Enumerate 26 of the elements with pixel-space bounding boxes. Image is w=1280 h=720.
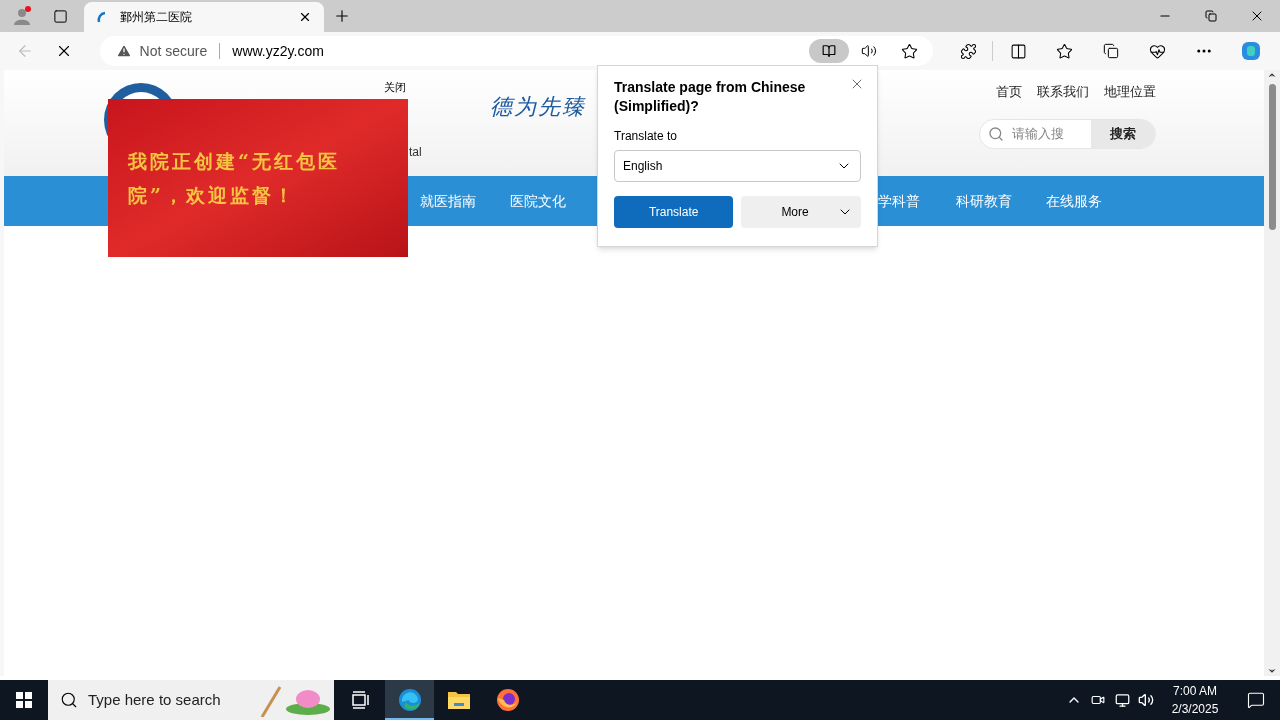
more-button[interactable]: More bbox=[741, 196, 861, 228]
close-link[interactable]: 关闭 bbox=[384, 79, 406, 96]
taskbar-search-field[interactable]: Type here to search bbox=[48, 680, 334, 720]
translate-button[interactable]: Translate bbox=[614, 196, 734, 228]
nav-link[interactable]: 学科普 bbox=[878, 191, 956, 211]
url-text: www.yz2y.com bbox=[232, 42, 325, 61]
top-link[interactable]: 地理位置 bbox=[1104, 82, 1156, 102]
nav-link[interactable]: 医院文化 bbox=[510, 191, 600, 211]
browser-tab[interactable]: 鄞州第二医院 bbox=[84, 2, 324, 32]
search-button[interactable]: 搜索 bbox=[1091, 119, 1155, 148]
dialog-title: Translate page from Chinese (Simplified)? bbox=[614, 78, 807, 116]
address-bar[interactable]: Not secure www.yz2y.com bbox=[99, 36, 934, 66]
clock[interactable]: 7:00 AM 2/3/2025 bbox=[1158, 682, 1232, 718]
dialog-label: Translate to bbox=[614, 128, 678, 144]
nav-link[interactable]: 科研教育 bbox=[956, 191, 1046, 211]
security-label: Not secure bbox=[139, 42, 208, 61]
notice-text: 我院正创建“无红包医院”，欢迎监督！ bbox=[128, 149, 341, 208]
search-field[interactable]: 请输入搜 搜索 bbox=[979, 118, 1156, 149]
top-link[interactable]: 首页 bbox=[996, 82, 1022, 102]
tab-title: 鄞州第二医院 bbox=[120, 9, 193, 25]
nav-link[interactable]: 就医指南 bbox=[420, 191, 510, 211]
motto-calligraphy: 德为先臻 bbox=[489, 93, 586, 121]
top-link[interactable]: 联系我们 bbox=[1037, 82, 1089, 102]
language-select[interactable]: English bbox=[614, 150, 861, 182]
nav-link[interactable]: 在线服务 bbox=[1046, 191, 1136, 211]
hospital-subtitle: tal bbox=[409, 144, 422, 160]
